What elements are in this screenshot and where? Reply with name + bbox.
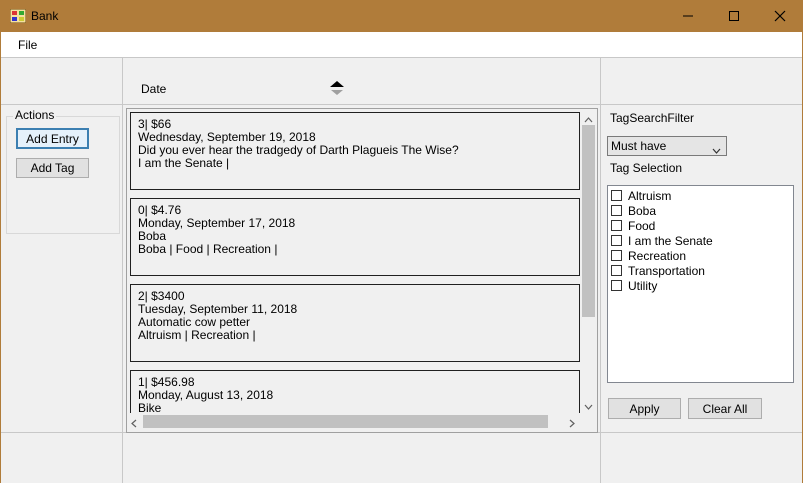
filter-mode-value: Must have [611, 139, 667, 153]
maximize-button[interactable] [711, 0, 757, 32]
scroll-right-icon[interactable] [569, 417, 575, 431]
add-tag-button[interactable]: Add Tag [16, 158, 89, 178]
entry-date: Monday, September 17, 2018 [138, 216, 296, 230]
grid-line [600, 57, 601, 483]
menu-file[interactable]: File [18, 38, 37, 52]
scroll-down-icon[interactable] [584, 399, 593, 413]
entries-list: 3| $66 Wednesday, September 19, 2018 Did… [126, 108, 598, 433]
add-entry-button[interactable]: Add Entry [16, 128, 89, 149]
entry-card[interactable]: 2| $3400 Tuesday, September 11, 2018 Aut… [130, 284, 580, 362]
checkbox[interactable] [611, 250, 622, 261]
sort-arrows-icon[interactable] [330, 81, 344, 98]
tag-item-utility[interactable]: Utility [611, 278, 657, 293]
maximize-icon [729, 11, 739, 21]
tag-item-recreation[interactable]: Recreation [611, 248, 686, 263]
close-button[interactable] [757, 0, 803, 32]
entry-date: Monday, August 13, 2018 [138, 388, 274, 402]
checkbox[interactable] [611, 220, 622, 231]
checkbox[interactable] [611, 190, 622, 201]
tag-checklist: Altruism Boba Food I am the Senate Recre… [607, 185, 794, 383]
date-column-header[interactable]: Date [141, 82, 166, 96]
tag-item-i-am-the-senate[interactable]: I am the Senate [611, 233, 713, 248]
checkbox[interactable] [611, 205, 622, 216]
tag-selection-label: Tag Selection [610, 161, 683, 175]
apply-button[interactable]: Apply [608, 398, 681, 419]
horizontal-scroll-thumb[interactable] [143, 415, 548, 428]
close-icon [774, 10, 786, 22]
tag-item-transportation[interactable]: Transportation [611, 263, 705, 278]
checkbox[interactable] [611, 235, 622, 246]
scroll-corner [580, 413, 597, 430]
window-border [0, 32, 1, 483]
tag-label: I am the Senate [628, 233, 713, 248]
tag-label: Altruism [628, 188, 672, 203]
tag-item-altruism[interactable]: Altruism [611, 188, 671, 203]
horizontal-scrollbar[interactable] [127, 413, 580, 430]
window-title: Bank [31, 9, 59, 23]
menu-bar [1, 32, 802, 57]
entry-tags: I am the Senate | [138, 156, 230, 170]
vertical-scroll-thumb[interactable] [582, 125, 595, 317]
tag-label: Food [628, 218, 656, 233]
checkbox[interactable] [611, 280, 622, 291]
minimize-icon [683, 15, 693, 17]
scroll-up-icon[interactable] [584, 112, 593, 126]
filter-mode-dropdown[interactable]: Must have [607, 136, 727, 156]
actions-label: Actions [13, 108, 57, 122]
app-icon [9, 8, 27, 24]
grid-line [122, 57, 123, 483]
tag-item-boba[interactable]: Boba [611, 203, 656, 218]
entry-card[interactable]: 0| $4.76 Monday, September 17, 2018 Boba… [130, 198, 580, 276]
clear-all-button[interactable]: Clear All [688, 398, 762, 419]
tag-label: Boba [628, 203, 657, 218]
minimize-button[interactable] [665, 0, 711, 32]
entry-card[interactable]: 3| $66 Wednesday, September 19, 2018 Did… [130, 112, 580, 190]
tag-label: Recreation [628, 248, 687, 263]
scroll-left-icon[interactable] [131, 417, 137, 431]
tag-item-food[interactable]: Food [611, 218, 655, 233]
tag-label: Transportation [628, 263, 705, 278]
checkbox[interactable] [611, 265, 622, 276]
chevron-down-icon [712, 143, 721, 157]
tag-search-filter-label: TagSearchFilter [610, 111, 695, 125]
tag-label: Utility [628, 278, 658, 293]
vertical-scrollbar[interactable] [580, 109, 597, 412]
entry-tags: Altruism | Recreation | [138, 328, 256, 342]
entry-tags: Boba | Food | Recreation | [138, 242, 278, 256]
